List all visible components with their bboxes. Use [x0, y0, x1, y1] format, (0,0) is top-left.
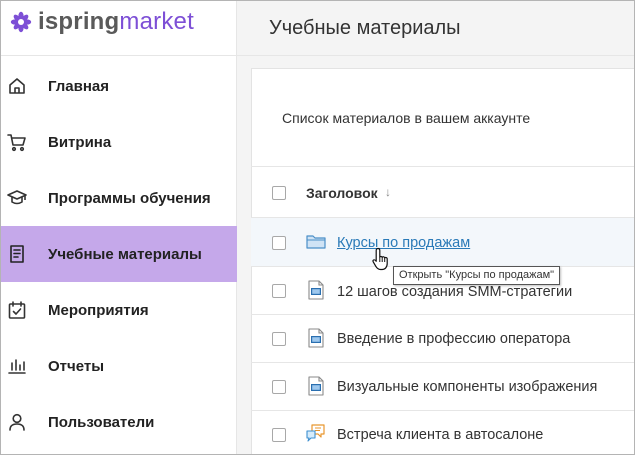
bar-chart-icon [7, 356, 27, 376]
sidebar-item-label: Отчеты [48, 357, 105, 375]
cart-icon [7, 132, 27, 152]
sidebar: ispringmarket Главная Витрина Программы … [0, 0, 237, 455]
card-subtitle: Список материалов в вашем аккаунте [282, 110, 531, 126]
row-checkbox[interactable] [272, 332, 286, 346]
document-icon [7, 244, 27, 264]
sidebar-item-home[interactable]: Главная [0, 58, 237, 114]
row-checkbox[interactable] [272, 284, 286, 298]
page-title: Учебные материалы [269, 17, 461, 39]
row-checkbox[interactable] [272, 236, 286, 250]
divider [251, 410, 635, 411]
sidebar-item-label: Витрина [48, 133, 112, 151]
sidebar-item-label: Программы обучения [48, 189, 211, 207]
sidebar-item-programs[interactable]: Программы обучения [0, 170, 237, 226]
sort-arrow-icon[interactable]: ↓ [385, 185, 391, 199]
sidebar-item-label: Главная [48, 77, 110, 95]
sidebar-item-users[interactable]: Пользователи [0, 394, 237, 450]
folder-icon [306, 235, 326, 249]
logo-flower-icon [10, 11, 32, 33]
user-icon [7, 412, 27, 432]
row-checkbox[interactable] [272, 380, 286, 394]
video-file-icon [308, 280, 324, 300]
sidebar-item-showcase[interactable]: Витрина [0, 114, 237, 170]
video-file-icon [308, 376, 324, 396]
row-checkbox[interactable] [272, 428, 286, 442]
logo-text-ispring: ispring [38, 8, 120, 35]
divider [251, 166, 635, 167]
logo[interactable]: ispringmarket [10, 8, 194, 36]
calendar-check-icon [7, 300, 27, 320]
dialog-simulation-icon [306, 424, 325, 442]
select-all-checkbox[interactable] [272, 186, 286, 200]
sidebar-item-label: Учебные материалы [48, 245, 202, 263]
row-title[interactable]: Встреча клиента в автосалоне [337, 427, 543, 443]
row-title-link[interactable]: Курсы по продажам [337, 235, 470, 251]
logo-divider [0, 55, 237, 56]
column-header-title[interactable]: Заголовок [306, 185, 378, 201]
row-title[interactable]: Визуальные компоненты изображения [337, 379, 597, 395]
tooltip: Открыть "Курсы по продажам" [393, 266, 561, 285]
divider [251, 314, 635, 315]
hand-cursor-icon [372, 247, 388, 271]
logo-text-market: market [119, 8, 194, 35]
sidebar-item-materials[interactable]: Учебные материалы [0, 226, 237, 282]
graduation-cap-icon [7, 188, 27, 208]
sidebar-item-label: Мероприятия [48, 301, 149, 319]
divider [251, 362, 635, 363]
home-icon [7, 76, 27, 96]
sidebar-item-label: Пользователи [48, 413, 155, 431]
header: Учебные материалы [237, 0, 635, 56]
video-file-icon [308, 328, 324, 348]
sidebar-item-events[interactable]: Мероприятия [0, 282, 237, 338]
row-title[interactable]: 12 шагов создания SMM-стратегии [337, 284, 572, 300]
sidebar-item-reports[interactable]: Отчеты [0, 338, 237, 394]
row-title[interactable]: Введение в профессию оператора [337, 331, 570, 347]
